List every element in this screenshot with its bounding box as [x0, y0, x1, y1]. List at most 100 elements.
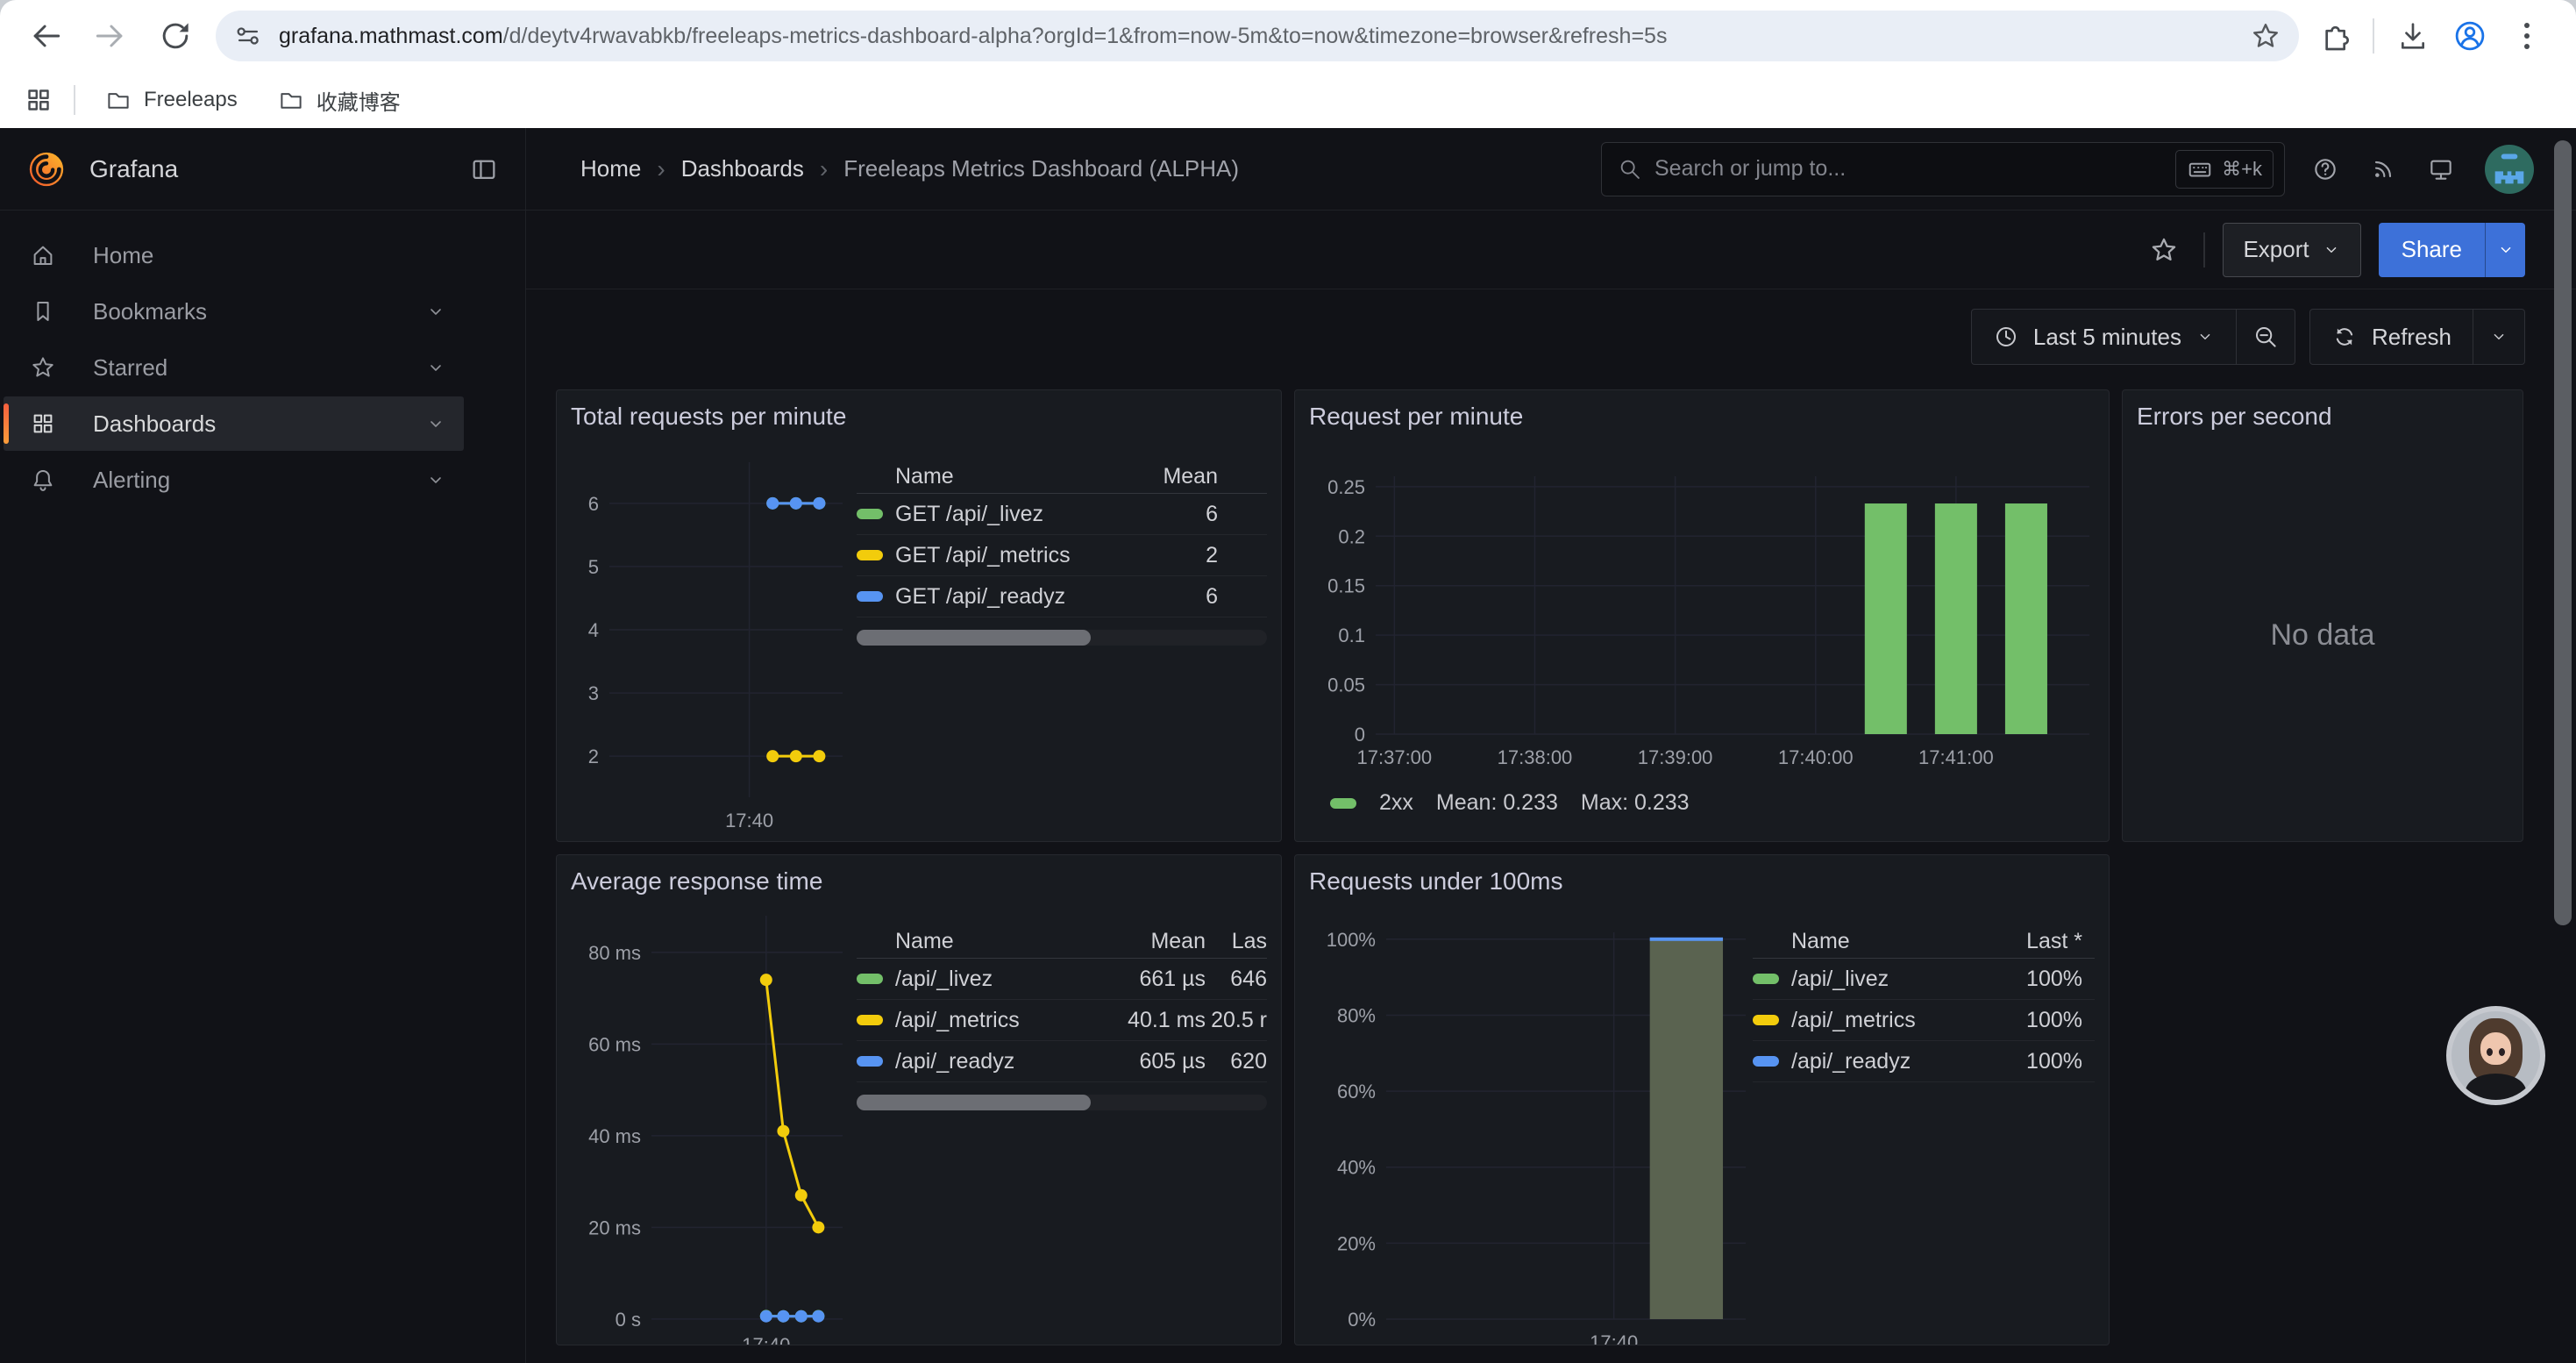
- panel-title[interactable]: Total requests per minute: [571, 403, 1267, 432]
- bookmark-folder-freeleaps[interactable]: Freeleaps: [95, 82, 248, 118]
- svg-text:0.15: 0.15: [1327, 575, 1365, 597]
- chevron-down-icon[interactable]: [425, 469, 446, 490]
- share-button[interactable]: Share: [2379, 223, 2485, 277]
- sidebar-item-bookmarks[interactable]: Bookmarks: [4, 284, 464, 339]
- sidebar-item-dashboards[interactable]: Dashboards: [4, 396, 464, 451]
- site-settings-icon[interactable]: [233, 21, 263, 51]
- chevron-down-icon[interactable]: [425, 357, 446, 378]
- svg-text:17:40: 17:40: [725, 810, 773, 831]
- bell-icon: [30, 467, 56, 493]
- legend-row[interactable]: GET /api/_metrics2: [857, 535, 1267, 576]
- legend-row[interactable]: /api/_livez661 µs646: [857, 959, 1267, 1000]
- svg-text:17:41:00: 17:41:00: [1918, 746, 1994, 768]
- svg-text:2: 2: [588, 746, 599, 767]
- requests-under-100ms-chart[interactable]: 100%80%60%40%20%0%17:40: [1309, 906, 1753, 1345]
- chevron-down-icon[interactable]: [425, 301, 446, 322]
- panel-title[interactable]: Requests under 100ms: [1309, 867, 2095, 897]
- apps-grid-icon[interactable]: [23, 84, 54, 116]
- panel-title[interactable]: Average response time: [571, 867, 1267, 897]
- svg-text:20 ms: 20 ms: [588, 1217, 641, 1238]
- sidebar-item-starred[interactable]: Starred: [4, 340, 464, 395]
- breadcrumb: Home › Dashboards › Freeleaps Metrics Da…: [580, 155, 1575, 183]
- panel-title[interactable]: Errors per second: [2137, 403, 2508, 432]
- legend-header: NameLast *: [1753, 925, 2095, 959]
- legend-scrollbar[interactable]: [857, 630, 1267, 646]
- folder-icon: [105, 87, 132, 113]
- refresh-interval-dropdown[interactable]: [2473, 310, 2524, 364]
- search-box[interactable]: ⌘+k: [1601, 142, 2285, 196]
- user-avatar[interactable]: [2485, 145, 2534, 194]
- time-range-picker[interactable]: Last 5 minutes: [1972, 310, 2236, 364]
- bookmark-star-icon[interactable]: [2250, 20, 2281, 52]
- svg-text:17:37:00: 17:37:00: [1357, 746, 1433, 768]
- breadcrumb-home[interactable]: Home: [580, 155, 641, 182]
- time-range-group: Last 5 minutes: [1971, 309, 2295, 365]
- panel-request-per-minute: Request per minute 00.050.10.150.20.2517…: [1294, 389, 2110, 842]
- time-controls: Last 5 minutes: [556, 309, 2576, 365]
- dashboard-toolbar: Export Share: [526, 211, 2576, 289]
- legend-row[interactable]: /api/_metrics100%: [1753, 1000, 2095, 1041]
- legend-row[interactable]: /api/_readyz100%: [1753, 1041, 2095, 1082]
- avg-response-time-chart[interactable]: 80 ms60 ms40 ms20 ms0 s17:40: [571, 906, 857, 1345]
- legend-row[interactable]: GET /api/_readyz6: [857, 576, 1267, 617]
- bookmark-folder-blogs[interactable]: 收藏博客: [267, 80, 411, 121]
- profile-icon[interactable]: [2451, 18, 2488, 54]
- star-dashboard-icon[interactable]: [2142, 228, 2186, 272]
- help-icon[interactable]: [2311, 155, 2339, 183]
- grafana-app: Grafana Home Bookmarks: [0, 128, 2576, 1363]
- export-button[interactable]: Export: [2223, 223, 2360, 277]
- legend-row[interactable]: GET /api/_livez6: [857, 494, 1267, 535]
- refresh-button[interactable]: Refresh: [2310, 310, 2473, 364]
- series-swatch: [857, 1015, 883, 1025]
- page-scrollbar[interactable]: [2554, 140, 2572, 925]
- zoom-out-button[interactable]: [2236, 310, 2295, 364]
- bookmark-label: 收藏博客: [317, 85, 401, 116]
- panel-title[interactable]: Request per minute: [1309, 403, 2095, 432]
- news-rss-icon[interactable]: [2369, 155, 2397, 183]
- breadcrumb-dashboards[interactable]: Dashboards: [681, 155, 804, 182]
- svg-text:0%: 0%: [1348, 1309, 1376, 1331]
- series-swatch: [857, 591, 883, 602]
- search-input[interactable]: [1654, 156, 2163, 182]
- legend-row[interactable]: /api/_readyz605 µs620: [857, 1041, 1267, 1082]
- forward-button[interactable]: [86, 11, 135, 61]
- share-menu-chevron[interactable]: [2485, 223, 2525, 277]
- collapse-sidebar-icon[interactable]: [469, 154, 499, 184]
- extensions-icon[interactable]: [2316, 18, 2352, 54]
- brand-name[interactable]: Grafana: [89, 155, 469, 183]
- legend-row[interactable]: /api/_metrics40.1 ms20.5 r: [857, 1000, 1267, 1041]
- svg-text:60%: 60%: [1337, 1081, 1376, 1103]
- chevron-down-icon[interactable]: [425, 413, 446, 434]
- keyboard-icon: [2187, 156, 2213, 182]
- total-requests-chart[interactable]: 6543217:40: [571, 441, 857, 836]
- svg-text:5: 5: [588, 556, 599, 578]
- svg-text:0.1: 0.1: [1338, 624, 1365, 646]
- sidebar-item-alerting[interactable]: Alerting: [4, 453, 464, 507]
- display-kiosk-icon[interactable]: [2427, 155, 2455, 183]
- zoom-out-icon: [2252, 324, 2279, 350]
- legend-inline[interactable]: 2xx Mean: 0.233 Max: 0.233: [1309, 790, 2095, 816]
- grafana-header: Home › Dashboards › Freeleaps Metrics Da…: [526, 128, 2576, 211]
- svg-text:4: 4: [588, 619, 599, 641]
- request-per-minute-chart[interactable]: 00.050.10.150.20.2517:37:0017:38:0017:39…: [1309, 441, 2096, 774]
- legend-scrollbar[interactable]: [857, 1095, 1267, 1110]
- url-bar[interactable]: grafana.mathmast.com/d/deytv4rwavabkb/fr…: [216, 11, 2299, 61]
- svg-text:40%: 40%: [1337, 1157, 1376, 1179]
- url-text: grafana.mathmast.com/d/deytv4rwavabkb/fr…: [279, 24, 2236, 49]
- reload-button[interactable]: [151, 11, 200, 61]
- legend-row[interactable]: /api/_livez100%: [1753, 959, 2095, 1000]
- downloads-icon[interactable]: [2395, 18, 2430, 54]
- browser-menu-icon[interactable]: [2509, 23, 2544, 49]
- home-icon: [30, 242, 56, 268]
- series-swatch: [1753, 1015, 1779, 1025]
- svg-text:17:38:00: 17:38:00: [1498, 746, 1573, 768]
- legend-header: NameMeanLas: [857, 925, 1267, 959]
- assistant-avatar[interactable]: [2446, 1006, 2545, 1105]
- grafana-logo[interactable]: [26, 149, 67, 189]
- sidebar-item-home[interactable]: Home: [4, 228, 464, 282]
- series-swatch: [857, 509, 883, 519]
- svg-text:60 ms: 60 ms: [588, 1033, 641, 1055]
- back-button[interactable]: [21, 11, 70, 61]
- svg-text:80 ms: 80 ms: [588, 942, 641, 964]
- refresh-icon: [2331, 324, 2358, 350]
